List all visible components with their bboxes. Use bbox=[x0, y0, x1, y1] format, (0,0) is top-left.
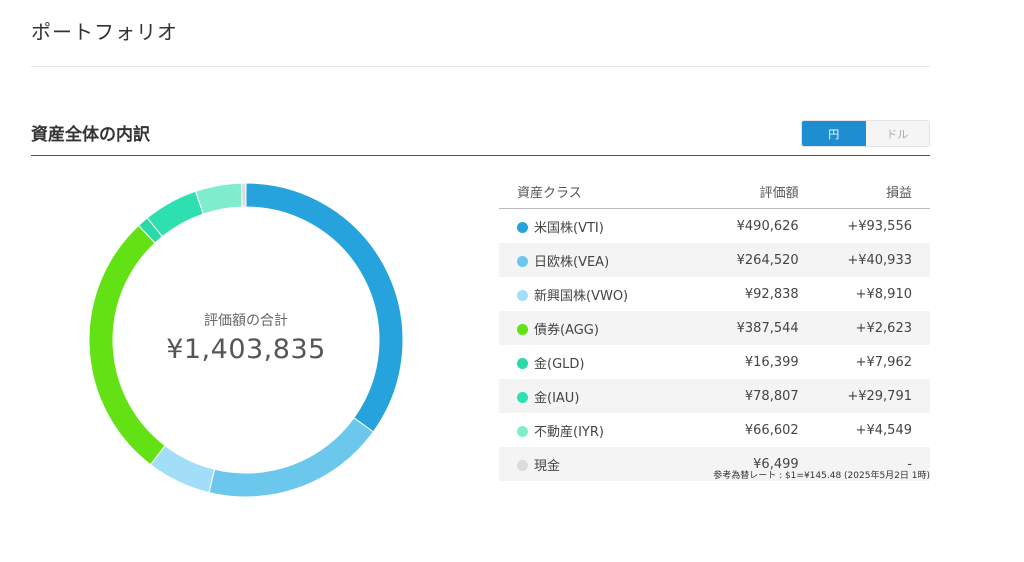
section-divider bbox=[31, 155, 930, 156]
legend-dot-icon bbox=[517, 425, 528, 437]
gain-cell: +¥93,556 bbox=[847, 218, 912, 234]
donut-center: 評価額の合計 ¥1,403,835 bbox=[88, 310, 404, 365]
allocation-table: 資産クラス 評価額 損益 米国株(VTI) ¥490,626 +¥93,556 日欧株… bbox=[499, 174, 930, 481]
asset-class-name: 新興国株(VWO) bbox=[534, 288, 629, 304]
value-cell: ¥16,399 bbox=[744, 354, 799, 370]
legend-dot-icon bbox=[517, 357, 528, 369]
asset-class-cell: 日欧株(VEA) bbox=[499, 243, 701, 277]
donut-slice[interactable] bbox=[208, 417, 375, 498]
total-label: 評価額の合計 bbox=[204, 313, 288, 329]
total-value: ¥1,403,835 bbox=[166, 334, 326, 365]
table-header-row: 資産クラス 評価額 損益 bbox=[499, 174, 930, 209]
allocation-donut-chart: 評価額の合計 ¥1,403,835 bbox=[88, 182, 404, 498]
gain-cell: +¥40,933 bbox=[800, 243, 930, 277]
asset-class-cell: 金(GLD) bbox=[499, 345, 700, 379]
fx-rate-note: 参考為替レート : $1=¥145.48 (2025年5月2日 1時) bbox=[713, 471, 930, 481]
donut-slice[interactable] bbox=[194, 182, 243, 215]
asset-class-cell: 新興国株(VWO) bbox=[499, 277, 700, 311]
asset-class-name: 不動産(IYR) bbox=[534, 424, 604, 440]
asset-class-name: 日欧株(VEA) bbox=[534, 254, 610, 270]
asset-class-cell: 米国株(VTI) bbox=[499, 209, 700, 244]
asset-class-name: 金(IAU) bbox=[534, 390, 580, 406]
asset-class-name: 債券(AGG) bbox=[534, 322, 599, 338]
gain-cell: +¥8,910 bbox=[855, 286, 912, 302]
legend-dot-icon bbox=[517, 221, 528, 233]
legend-dot-icon bbox=[517, 289, 528, 301]
asset-class-cell: 債券(AGG) bbox=[499, 311, 701, 345]
legend-dot-icon bbox=[517, 255, 528, 267]
table-row: 金(GLD) ¥16,399 +¥7,962 bbox=[499, 345, 930, 379]
gain-cell: +¥4,549 bbox=[855, 422, 912, 438]
table-row: 日欧株(VEA) ¥264,520 +¥40,933 bbox=[499, 243, 930, 277]
table-row: 債券(AGG) ¥387,544 +¥2,623 bbox=[499, 311, 930, 345]
value-cell: ¥78,807 bbox=[700, 379, 801, 413]
header-asset-class: 資産クラス bbox=[499, 174, 701, 209]
currency-toggle: 円 ドル bbox=[801, 120, 930, 147]
asset-class-cell: 金(IAU) bbox=[499, 379, 701, 413]
legend-dot-icon bbox=[517, 391, 528, 403]
value-cell: ¥66,602 bbox=[744, 422, 799, 438]
gain-cell: +¥29,791 bbox=[800, 379, 930, 413]
table-row: 不動産(IYR) ¥66,602 +¥4,549 bbox=[499, 413, 930, 447]
table-row: 金(IAU) ¥78,807 +¥29,791 bbox=[499, 379, 930, 413]
title-divider bbox=[31, 66, 930, 67]
asset-class-name: 金(GLD) bbox=[534, 356, 585, 372]
page-title: ポートフォリオ bbox=[31, 20, 178, 44]
currency-yen-button[interactable]: 円 bbox=[802, 121, 866, 146]
section-title: 資産全体の内訳 bbox=[31, 125, 150, 145]
asset-class-cell: 不動産(IYR) bbox=[499, 413, 700, 447]
value-cell: ¥387,544 bbox=[700, 311, 801, 345]
legend-dot-icon bbox=[517, 323, 528, 335]
allocation-table-body: 米国株(VTI) ¥490,626 +¥93,556 日欧株(VEA) ¥264,520… bbox=[499, 209, 930, 481]
gain-cell: +¥2,623 bbox=[800, 311, 930, 345]
header-value: 評価額 bbox=[700, 174, 801, 209]
value-cell: ¥92,838 bbox=[744, 286, 799, 302]
asset-class-name: 米国株(VTI) bbox=[534, 220, 604, 236]
donut-slice[interactable] bbox=[245, 182, 404, 433]
currency-dollar-button[interactable]: ドル bbox=[865, 121, 929, 146]
value-cell: ¥490,626 bbox=[736, 218, 799, 234]
table-row: 新興国株(VWO) ¥92,838 +¥8,910 bbox=[499, 277, 930, 311]
donut-slice[interactable] bbox=[240, 182, 247, 208]
value-cell: ¥264,520 bbox=[700, 243, 801, 277]
header-gain: 損益 bbox=[800, 174, 930, 209]
table-row: 米国株(VTI) ¥490,626 +¥93,556 bbox=[499, 209, 930, 244]
gain-cell: +¥7,962 bbox=[855, 354, 912, 370]
